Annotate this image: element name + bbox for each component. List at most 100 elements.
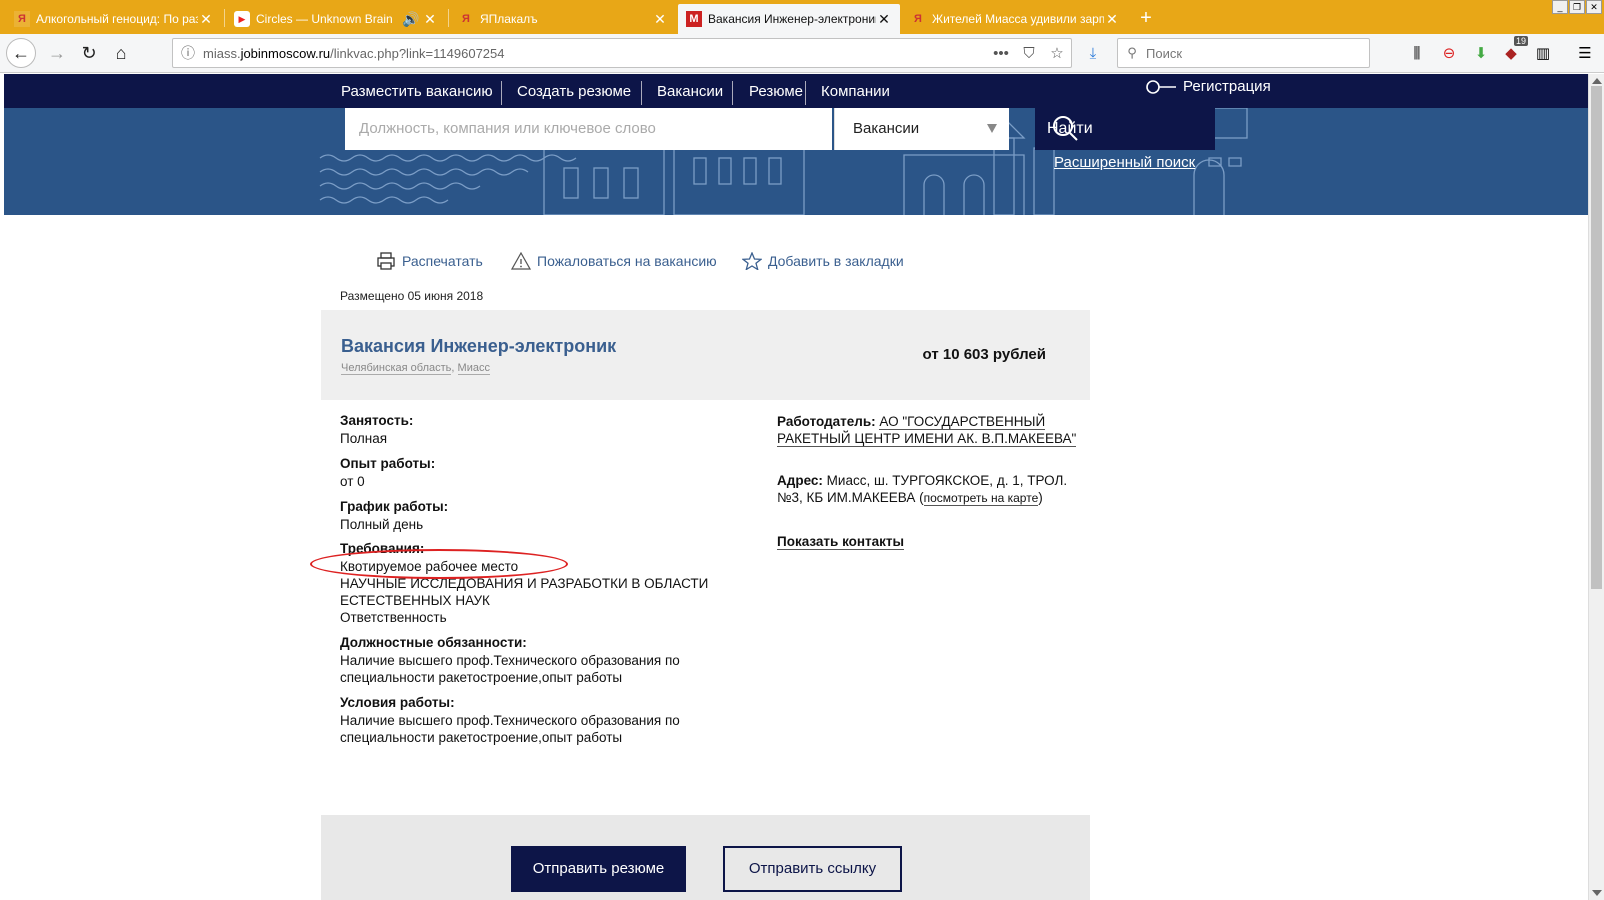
search-hero: Должность, компания или ключевое слово В… <box>4 108 1588 215</box>
map-link[interactable]: посмотреть на карте <box>923 491 1039 506</box>
forward-button[interactable]: → <box>42 38 72 68</box>
m-logo-icon: M <box>686 11 702 27</box>
close-icon[interactable]: ✕ <box>652 11 668 28</box>
tab-title: Вакансия Инженер-электроник, <box>708 12 876 26</box>
experience-label: Опыт работы: <box>340 456 436 471</box>
tab-2[interactable]: ▶ Circles — Unknown Brain 🔊 ✕ <box>226 4 446 34</box>
nav-companies[interactable]: Компании <box>821 80 890 108</box>
employment-value: Полная <box>340 431 388 446</box>
search-bar[interactable]: ⚲ Поиск <box>1117 38 1370 68</box>
page-scrollbar[interactable] <box>1588 74 1604 900</box>
region-link[interactable]: Челябинская область <box>341 362 452 375</box>
tab-4-active[interactable]: M Вакансия Инженер-электроник, ✕ <box>678 4 900 34</box>
scroll-down-icon[interactable] <box>1592 890 1602 896</box>
search-icon <box>1053 116 1078 141</box>
send-link-button[interactable]: Отправить ссылку <box>723 846 902 892</box>
advanced-search-link[interactable]: Расширенный поиск <box>1054 154 1195 171</box>
conditions-label: Условия работы: <box>340 695 455 710</box>
close-icon[interactable]: ✕ <box>876 11 892 28</box>
bookmark-link[interactable]: Добавить в закладки <box>742 252 904 270</box>
download-icon[interactable]: ⤓ <box>1082 42 1104 64</box>
requirement-item: НАУЧНЫЕ ИССЛЕДОВАНИЯ И РАЗРАБОТКИ В ОБЛА… <box>340 576 709 608</box>
close-window-icon[interactable]: ✕ <box>1586 0 1602 14</box>
tab-3[interactable]: Я ЯПлакалъ ✕ <box>450 4 676 34</box>
close-icon[interactable]: ✕ <box>1104 11 1120 28</box>
nav-vacancies[interactable]: Вакансии <box>657 80 723 108</box>
search-type-select[interactable]: Вакансии <box>834 108 1009 150</box>
register-link[interactable]: Регистрация <box>1145 78 1271 95</box>
badge-count: 19 <box>1513 36 1528 46</box>
extension-icon[interactable]: ◆ 19 <box>1500 36 1528 64</box>
employer-block: Работодатель: АО "ГОСУДАРСТВЕННЫЙ РАКЕТН… <box>777 413 1087 447</box>
url-text[interactable]: miass.jobinmoscow.ru/linkvac.php?link=11… <box>203 46 987 61</box>
star-icon[interactable]: ☆ <box>1043 44 1071 62</box>
show-contacts-link[interactable]: Показать контакты <box>777 534 905 550</box>
vacancy-location: Челябинская область, Миасс <box>341 362 490 375</box>
search-button[interactable]: Найти <box>1035 108 1215 150</box>
home-button[interactable]: ⌂ <box>106 38 136 68</box>
speaker-icon[interactable]: 🔊 <box>400 11 422 28</box>
sidebar-icon[interactable]: ▥ <box>1532 42 1554 64</box>
yaplakal-icon: Я <box>14 11 30 27</box>
new-tab-button[interactable]: + <box>1133 4 1159 32</box>
nav-post-vacancy[interactable]: Разместить вакансию <box>341 80 493 108</box>
red-annotation-ellipse <box>310 549 568 579</box>
page-content: Разместить вакансию Создать резюме Вакан… <box>0 74 1588 900</box>
vacancy-salary: от 10 603 рублей <box>922 346 1046 363</box>
tab-5[interactable]: Я Жителей Миасса удивили зарп ✕ <box>902 4 1128 34</box>
duties-label: Должностные обязанности: <box>340 635 527 650</box>
search-icon: ⚲ <box>1127 45 1137 60</box>
library-icon[interactable]: ⫼ <box>1406 42 1428 64</box>
tab-1[interactable]: Я Алкогольный геноцид: По разум ✕ <box>6 4 222 34</box>
warning-icon <box>511 252 531 270</box>
print-label: Распечатать <box>402 253 483 269</box>
adblock-icon[interactable]: ⊖ <box>1438 42 1460 64</box>
vacancy-header: Вакансия Инженер-электроник Челябинская … <box>321 310 1090 400</box>
yaplakal-icon: Я <box>914 13 922 25</box>
download-helper-icon[interactable]: ⬇ <box>1470 42 1492 64</box>
chevron-down-icon <box>987 124 997 133</box>
schedule-value: Полный день <box>340 517 424 532</box>
scroll-up-icon[interactable] <box>1592 78 1602 84</box>
schedule-label: График работы: <box>340 499 449 514</box>
pocket-icon[interactable]: ⛉ <box>1015 45 1043 62</box>
vacancy-search-input[interactable]: Должность, компания или ключевое слово <box>345 108 832 150</box>
nav-create-resume[interactable]: Создать резюме <box>517 80 631 108</box>
youtube-icon: ▶ <box>234 11 250 27</box>
experience-value: от 0 <box>340 474 365 489</box>
tab-title: Circles — Unknown Brain <box>256 12 393 26</box>
duties-value: Наличие высшего проф.Технического образо… <box>340 653 680 685</box>
requirement-item: Ответственность <box>340 610 447 625</box>
close-icon[interactable]: ✕ <box>198 11 214 28</box>
show-contacts-block: Показать контакты <box>777 533 1087 550</box>
tab-title: Алкогольный геноцид: По разум <box>36 12 198 26</box>
key-icon <box>1146 79 1176 94</box>
employer-label: Работодатель: <box>777 414 876 429</box>
printer-icon <box>377 252 395 270</box>
posted-date: Размещено 05 июня 2018 <box>340 289 484 303</box>
print-link[interactable]: Распечатать <box>376 252 483 270</box>
nav-resumes[interactable]: Резюме <box>749 80 803 108</box>
tab-bar: Я Алкогольный геноцид: По разум ✕ ▶ Circ… <box>0 0 1604 34</box>
restore-icon[interactable]: ❐ <box>1569 0 1585 14</box>
address-bar[interactable]: ⓘ miass.jobinmoscow.ru/linkvac.php?link=… <box>172 38 1072 68</box>
info-icon[interactable]: ⓘ <box>173 43 203 63</box>
tab-title: ЯПлакалъ <box>480 12 538 26</box>
send-resume-button[interactable]: Отправить резюме <box>511 846 686 892</box>
reload-button[interactable]: ↻ <box>74 38 104 68</box>
more-actions-icon[interactable]: ••• <box>987 45 1015 62</box>
close-icon[interactable]: ✕ <box>422 11 438 28</box>
scrollbar-thumb[interactable] <box>1591 86 1602 589</box>
address-label: Адрес: <box>777 473 823 488</box>
city-link[interactable]: Миасс <box>457 362 490 375</box>
minimize-icon[interactable]: _ <box>1552 0 1568 14</box>
menu-icon[interactable]: ☰ <box>1574 42 1596 64</box>
address-block: Адрес: Миасс, ш. ТУРГОЯКСКОЕ, д. 1, ТРОЛ… <box>777 473 1068 506</box>
complain-link[interactable]: Пожаловаться на вакансию <box>511 252 717 270</box>
star-icon <box>742 252 762 270</box>
back-button[interactable]: ← <box>6 38 36 68</box>
search-placeholder: Поиск <box>1146 45 1183 61</box>
search-type-value: Вакансии <box>853 120 920 137</box>
register-label: Регистрация <box>1183 78 1271 95</box>
conditions-value: Наличие высшего проф.Технического образо… <box>340 713 680 745</box>
